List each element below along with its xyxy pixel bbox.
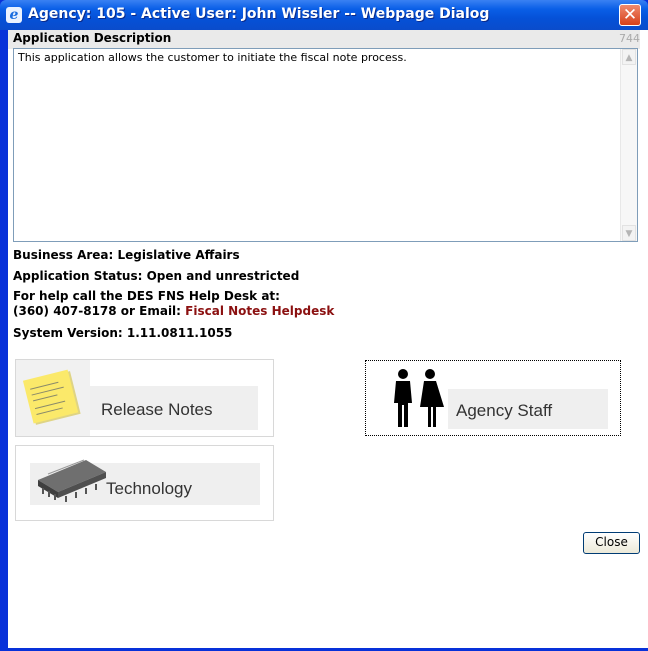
description-text: This application allows the customer to …: [18, 51, 407, 64]
scroll-up-icon[interactable]: ▲: [622, 49, 636, 65]
ie-icon: e: [6, 7, 22, 23]
system-version: System Version: 1.11.0811.1055: [13, 326, 233, 340]
description-textarea[interactable]: This application allows the customer to …: [13, 48, 638, 242]
description-heading: Application Description: [13, 31, 172, 45]
agency-staff-label: Agency Staff: [456, 401, 553, 420]
application-status: Application Status: Open and unrestricte…: [13, 269, 300, 283]
help-desk-phone: (360) 407-8178 or Email:: [13, 304, 186, 318]
sticky-note-icon: [22, 369, 81, 425]
release-notes-label: Release Notes: [101, 400, 213, 419]
window-close-icon[interactable]: ✕: [619, 4, 641, 26]
technology-label: Technology: [106, 479, 193, 498]
description-header: Application Description 744: [8, 30, 640, 49]
helpdesk-email-link[interactable]: Fiscal Notes Helpdesk: [185, 304, 334, 318]
description-scrollbar[interactable]: ▲ ▼: [620, 49, 637, 241]
people-icon: [394, 369, 444, 427]
microchip-icon: [38, 459, 106, 502]
release-notes-tile[interactable]: Release Notes: [15, 359, 274, 437]
help-desk-label: For help call the DES FNS Help Desk at:: [13, 289, 280, 303]
character-counter: 744: [619, 32, 640, 45]
agency-staff-tile[interactable]: Agency Staff: [365, 360, 621, 436]
help-desk-contact: (360) 407-8178 or Email: Fiscal Notes He…: [13, 304, 334, 318]
dialog-content: Application Description 744 This applica…: [8, 30, 648, 648]
dialog-window: e Agency: 105 - Active User: John Wissle…: [0, 0, 648, 651]
title-bar[interactable]: e Agency: 105 - Active User: John Wissle…: [0, 0, 648, 30]
close-button[interactable]: Close: [583, 532, 640, 554]
business-area: Business Area: Legislative Affairs: [13, 248, 240, 262]
technology-tile[interactable]: Technology: [15, 445, 274, 521]
scroll-down-icon[interactable]: ▼: [622, 225, 636, 241]
window-title: Agency: 105 - Active User: John Wissler …: [28, 6, 490, 22]
